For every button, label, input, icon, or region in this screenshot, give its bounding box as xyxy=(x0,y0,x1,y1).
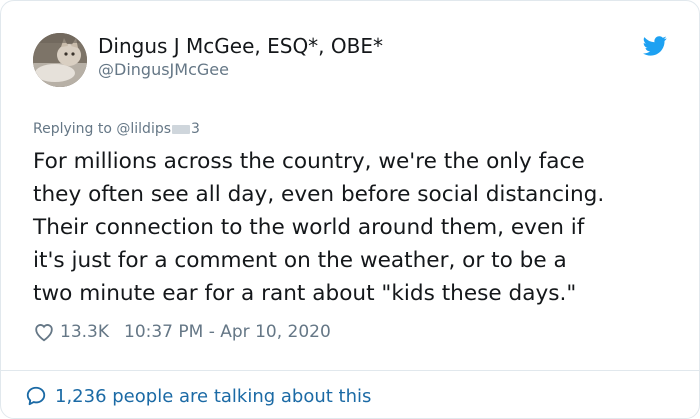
talking-about-link[interactable]: 1,236 people are talking about this xyxy=(25,382,371,410)
avatar-image xyxy=(33,33,87,87)
twitter-bird-icon[interactable] xyxy=(643,36,667,56)
replying-to-handle[interactable]: @lildips 3 xyxy=(116,121,200,137)
tweet-embed-card[interactable]: Dingus J McGee, ESQ*, OBE* @DingusJMcGee… xyxy=(0,0,700,419)
author-display-name[interactable]: Dingus J McGee, ESQ*, OBE* xyxy=(98,34,383,58)
replying-to-label: Replying to xyxy=(33,121,112,137)
replying-to-handle-end: 3 xyxy=(191,121,200,137)
speech-bubble-icon xyxy=(26,386,46,406)
tweet-timestamp[interactable]: 10:37 PM - Apr 10, 2020 xyxy=(124,322,331,342)
replying-to-handle-start: @lildips xyxy=(116,121,172,137)
replying-to-line: Replying to @lildips 3 xyxy=(33,121,200,137)
heart-icon[interactable] xyxy=(33,321,55,343)
talking-about-text: 1,236 people are talking about this xyxy=(55,385,372,407)
tweet-meta: 13.3K 10:37 PM - Apr 10, 2020 xyxy=(33,319,331,345)
redaction-block xyxy=(172,124,191,134)
tweet-text: For millions across the country, we're t… xyxy=(33,149,605,306)
avatar[interactable] xyxy=(33,33,87,87)
divider xyxy=(1,370,699,371)
like-count[interactable]: 13.3K xyxy=(60,322,109,342)
author-handle[interactable]: @DingusJMcGee xyxy=(98,60,229,79)
